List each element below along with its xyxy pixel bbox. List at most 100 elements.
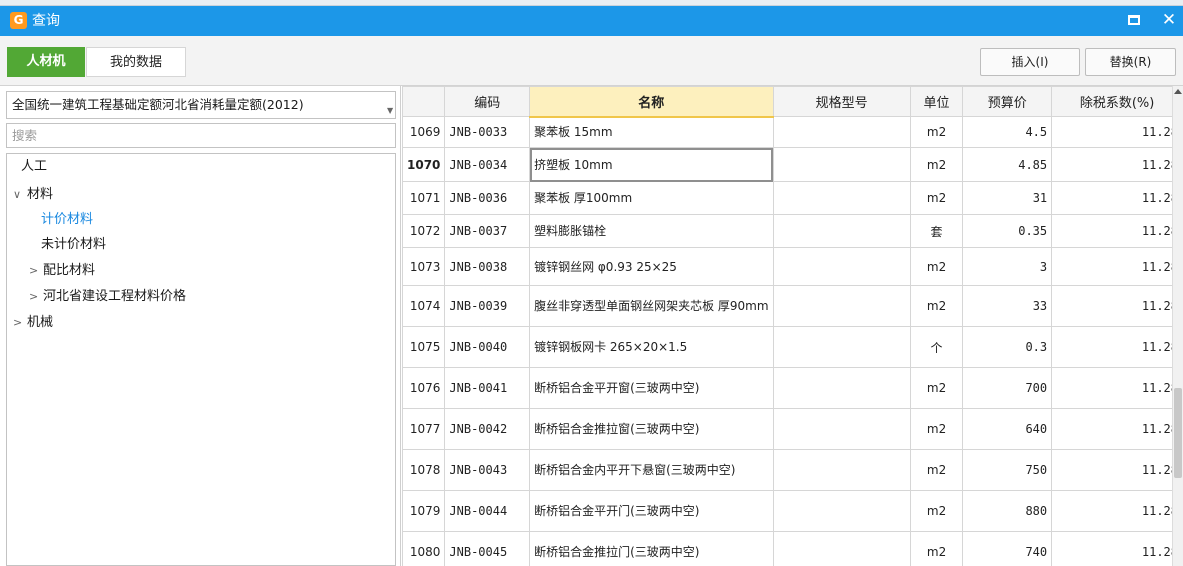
cell-tax-rate[interactable]: 11.28	[1051, 531, 1183, 566]
cell-unit[interactable]: m2	[909, 408, 964, 450]
cell-price[interactable]: 750	[962, 449, 1053, 491]
cell-price[interactable]: 880	[962, 490, 1053, 532]
cell-spec[interactable]	[772, 367, 911, 409]
cell-spec[interactable]	[772, 408, 911, 450]
cell-spec[interactable]	[772, 449, 911, 491]
collapse-chevron-icon[interactable]: >	[29, 261, 43, 281]
cell-name[interactable]: 断桥铝合金内平开下悬窗(三玻两中空)	[529, 449, 774, 491]
insert-button[interactable]: 插入(I)	[980, 48, 1080, 76]
cell-price[interactable]: 640	[962, 408, 1053, 450]
cell-unit[interactable]: m2	[909, 285, 964, 327]
cell-price[interactable]: 31	[962, 181, 1053, 215]
cell-spec[interactable]	[772, 285, 911, 327]
column-header-tax-rate[interactable]: 除税系数(%)	[1051, 86, 1183, 117]
cell-tax-rate[interactable]: 11.28	[1051, 214, 1183, 248]
cell-name-editing[interactable]: 挤塑板 10mm	[529, 147, 774, 182]
cell-tax-rate[interactable]: 11.28	[1051, 326, 1183, 368]
quota-selector[interactable]: 全国统一建筑工程基础定额河北省消耗量定额(2012) ▼	[6, 91, 396, 119]
cell-code[interactable]: JNB-0040	[444, 326, 531, 368]
cell-price[interactable]: 4.5	[962, 116, 1053, 148]
cell-price[interactable]: 0.35	[962, 214, 1053, 248]
cell-name[interactable]: 镀锌钢板网卡 265×20×1.5	[529, 326, 774, 368]
tree-item-hebei-price[interactable]: > 河北省建设工程材料价格	[29, 287, 186, 307]
table-row[interactable]: 1073 JNB-0038 镀锌钢丝网 φ0.93 25×25 m2 3 11.…	[401, 247, 1183, 286]
cell-spec[interactable]	[772, 181, 911, 215]
cell-name[interactable]: 断桥铝合金平开窗(三玻两中空)	[529, 367, 774, 409]
cell-code[interactable]: JNB-0045	[444, 531, 531, 566]
expand-chevron-icon[interactable]: ∨	[13, 185, 27, 205]
cell-spec[interactable]	[772, 490, 911, 532]
cell-code[interactable]: JNB-0036	[444, 181, 531, 215]
table-row[interactable]: 1076 JNB-0041 断桥铝合金平开窗(三玻两中空) m2 700 11.…	[401, 367, 1183, 409]
cell-name[interactable]: 聚苯板 厚100mm	[529, 181, 774, 215]
table-row[interactable]: 1078 JNB-0043 断桥铝合金内平开下悬窗(三玻两中空) m2 750 …	[401, 449, 1183, 491]
cell-tax-rate[interactable]: 11.28	[1051, 247, 1183, 286]
scrollbar-thumb[interactable]	[1174, 388, 1182, 478]
cell-code[interactable]: JNB-0038	[444, 247, 531, 286]
cell-code[interactable]: JNB-0039	[444, 285, 531, 327]
cell-tax-rate[interactable]: 11.28	[1051, 367, 1183, 409]
cell-tax-rate[interactable]: 11.28	[1051, 408, 1183, 450]
collapse-chevron-icon[interactable]: >	[13, 313, 27, 333]
cell-price[interactable]: 700	[962, 367, 1053, 409]
cell-code[interactable]: JNB-0041	[444, 367, 531, 409]
tab-labor-material-machine[interactable]: 人材机	[7, 47, 85, 77]
cell-price[interactable]: 0.3	[962, 326, 1053, 368]
cell-unit[interactable]: m2	[909, 147, 964, 182]
maximize-icon[interactable]	[1128, 15, 1140, 25]
scroll-up-icon[interactable]	[1174, 89, 1182, 94]
cell-price[interactable]: 3	[962, 247, 1053, 286]
tree-item-unpriced-material[interactable]: 未计价材料	[41, 235, 106, 255]
cell-spec[interactable]	[772, 214, 911, 248]
cell-name[interactable]: 腹丝非穿透型单面钢丝网架夹芯板 厚90mm	[529, 285, 774, 327]
cell-tax-rate[interactable]: 11.28	[1051, 181, 1183, 215]
cell-spec[interactable]	[772, 531, 911, 566]
cell-price[interactable]: 4.85	[962, 147, 1053, 182]
tree-item-priced-material[interactable]: 计价材料	[41, 210, 93, 230]
table-row[interactable]: 1071 JNB-0036 聚苯板 厚100mm m2 31 11.28	[401, 181, 1183, 215]
cell-unit[interactable]: m2	[909, 116, 964, 148]
cell-price[interactable]: 740	[962, 531, 1053, 566]
table-row-current[interactable]: 1070 JNB-0034 挤塑板 10mm m2 4.85 11.28	[401, 147, 1183, 182]
cell-unit[interactable]: 个	[909, 326, 964, 368]
search-input[interactable]	[6, 123, 396, 148]
cell-tax-rate[interactable]: 11.28	[1051, 285, 1183, 327]
tree-item-machinery[interactable]: > 机械	[13, 313, 53, 333]
column-header-unit[interactable]: 单位	[909, 86, 964, 117]
tree-item-labor[interactable]: 人工	[21, 157, 47, 177]
collapse-chevron-icon[interactable]: >	[29, 287, 43, 307]
cell-name[interactable]: 断桥铝合金推拉门(三玻两中空)	[529, 531, 774, 566]
cell-unit[interactable]: m2	[909, 449, 964, 491]
title-bar[interactable]: G 查询 ✕	[0, 6, 1183, 36]
tree-item-mix-material[interactable]: > 配比材料	[29, 261, 95, 281]
cell-unit[interactable]: m2	[909, 181, 964, 215]
replace-button[interactable]: 替换(R)	[1085, 48, 1176, 76]
column-header-price[interactable]: 预算价	[962, 86, 1053, 117]
cell-code[interactable]: JNB-0037	[444, 214, 531, 248]
table-row[interactable]: 1072 JNB-0037 塑料膨胀锚栓 套 0.35 11.28	[401, 214, 1183, 248]
cell-price[interactable]: 33	[962, 285, 1053, 327]
table-row[interactable]: 1080 JNB-0045 断桥铝合金推拉门(三玻两中空) m2 740 11.…	[401, 531, 1183, 566]
column-header-name[interactable]: 名称	[529, 86, 774, 118]
cell-spec[interactable]	[772, 147, 911, 182]
cell-unit[interactable]: m2	[909, 490, 964, 532]
table-row[interactable]: 1079 JNB-0044 断桥铝合金平开门(三玻两中空) m2 880 11.…	[401, 490, 1183, 532]
tab-my-data[interactable]: 我的数据	[86, 47, 186, 77]
cell-tax-rate[interactable]: 11.28	[1051, 449, 1183, 491]
vertical-scrollbar[interactable]	[1172, 86, 1183, 566]
cell-unit[interactable]: m2	[909, 367, 964, 409]
cell-code[interactable]: JNB-0044	[444, 490, 531, 532]
cell-unit[interactable]: m2	[909, 531, 964, 566]
cell-name[interactable]: 镀锌钢丝网 φ0.93 25×25	[529, 247, 774, 286]
cell-tax-rate[interactable]: 11.28	[1051, 490, 1183, 532]
table-row[interactable]: 1075 JNB-0040 镀锌钢板网卡 265×20×1.5 个 0.3 11…	[401, 326, 1183, 368]
cell-name[interactable]: 塑料膨胀锚栓	[529, 214, 774, 248]
cell-name[interactable]: 聚苯板 15mm	[529, 116, 774, 148]
column-header-rownum[interactable]	[401, 86, 446, 117]
cell-tax-rate[interactable]: 11.28	[1051, 147, 1183, 182]
cell-tax-rate[interactable]: 11.28	[1051, 116, 1183, 148]
column-header-code[interactable]: 编码	[444, 86, 531, 117]
table-row[interactable]: 1069 JNB-0033 聚苯板 15mm m2 4.5 11.28	[401, 116, 1183, 148]
tree-item-material[interactable]: ∨ 材料	[13, 185, 53, 205]
cell-unit[interactable]: m2	[909, 247, 964, 286]
